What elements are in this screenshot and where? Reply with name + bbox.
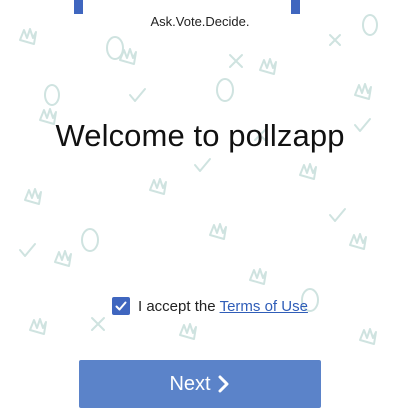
check-doodle xyxy=(329,208,346,222)
hand-doodle xyxy=(179,323,197,340)
hand-doodle xyxy=(359,328,377,345)
egg-doodle xyxy=(106,36,124,60)
accept-text: I accept the xyxy=(138,297,216,315)
terms-row: I accept the Terms of Use xyxy=(112,296,308,316)
background-pattern xyxy=(19,14,378,345)
cross-doodle xyxy=(329,34,341,46)
egg-doodle xyxy=(81,228,99,252)
terms-of-use-link[interactable]: Terms of Use xyxy=(220,298,308,315)
terms-checkbox[interactable] xyxy=(112,297,130,315)
welcome-title: Welcome to pollzapp xyxy=(55,118,345,153)
egg-doodle xyxy=(44,84,60,106)
cross-doodle xyxy=(229,54,243,68)
hand-doodle xyxy=(299,163,317,180)
check-doodle xyxy=(19,243,36,257)
hand-doodle xyxy=(24,188,42,205)
check-doodle xyxy=(129,88,146,102)
egg-doodle xyxy=(216,78,234,102)
next-button[interactable]: Next xyxy=(79,360,321,408)
logo-bar-left xyxy=(74,0,83,14)
checkmark-icon xyxy=(115,301,127,311)
hand-doodle xyxy=(349,233,367,250)
check-doodle xyxy=(194,158,211,172)
hand-doodle xyxy=(29,318,47,335)
hand-doodle xyxy=(19,28,37,45)
chevron-right-icon xyxy=(218,375,229,393)
hand-doodle xyxy=(354,83,372,100)
next-button-label: Next xyxy=(169,373,211,395)
hand-doodle xyxy=(149,178,167,195)
hand-doodle xyxy=(249,268,267,285)
hand-doodle xyxy=(54,250,72,267)
hand-doodle xyxy=(209,223,227,240)
cross-doodle xyxy=(91,317,105,331)
logo-bar-right xyxy=(291,0,300,14)
app-tagline: Ask.Vote.Decide. xyxy=(150,14,250,29)
hand-doodle xyxy=(259,58,277,75)
